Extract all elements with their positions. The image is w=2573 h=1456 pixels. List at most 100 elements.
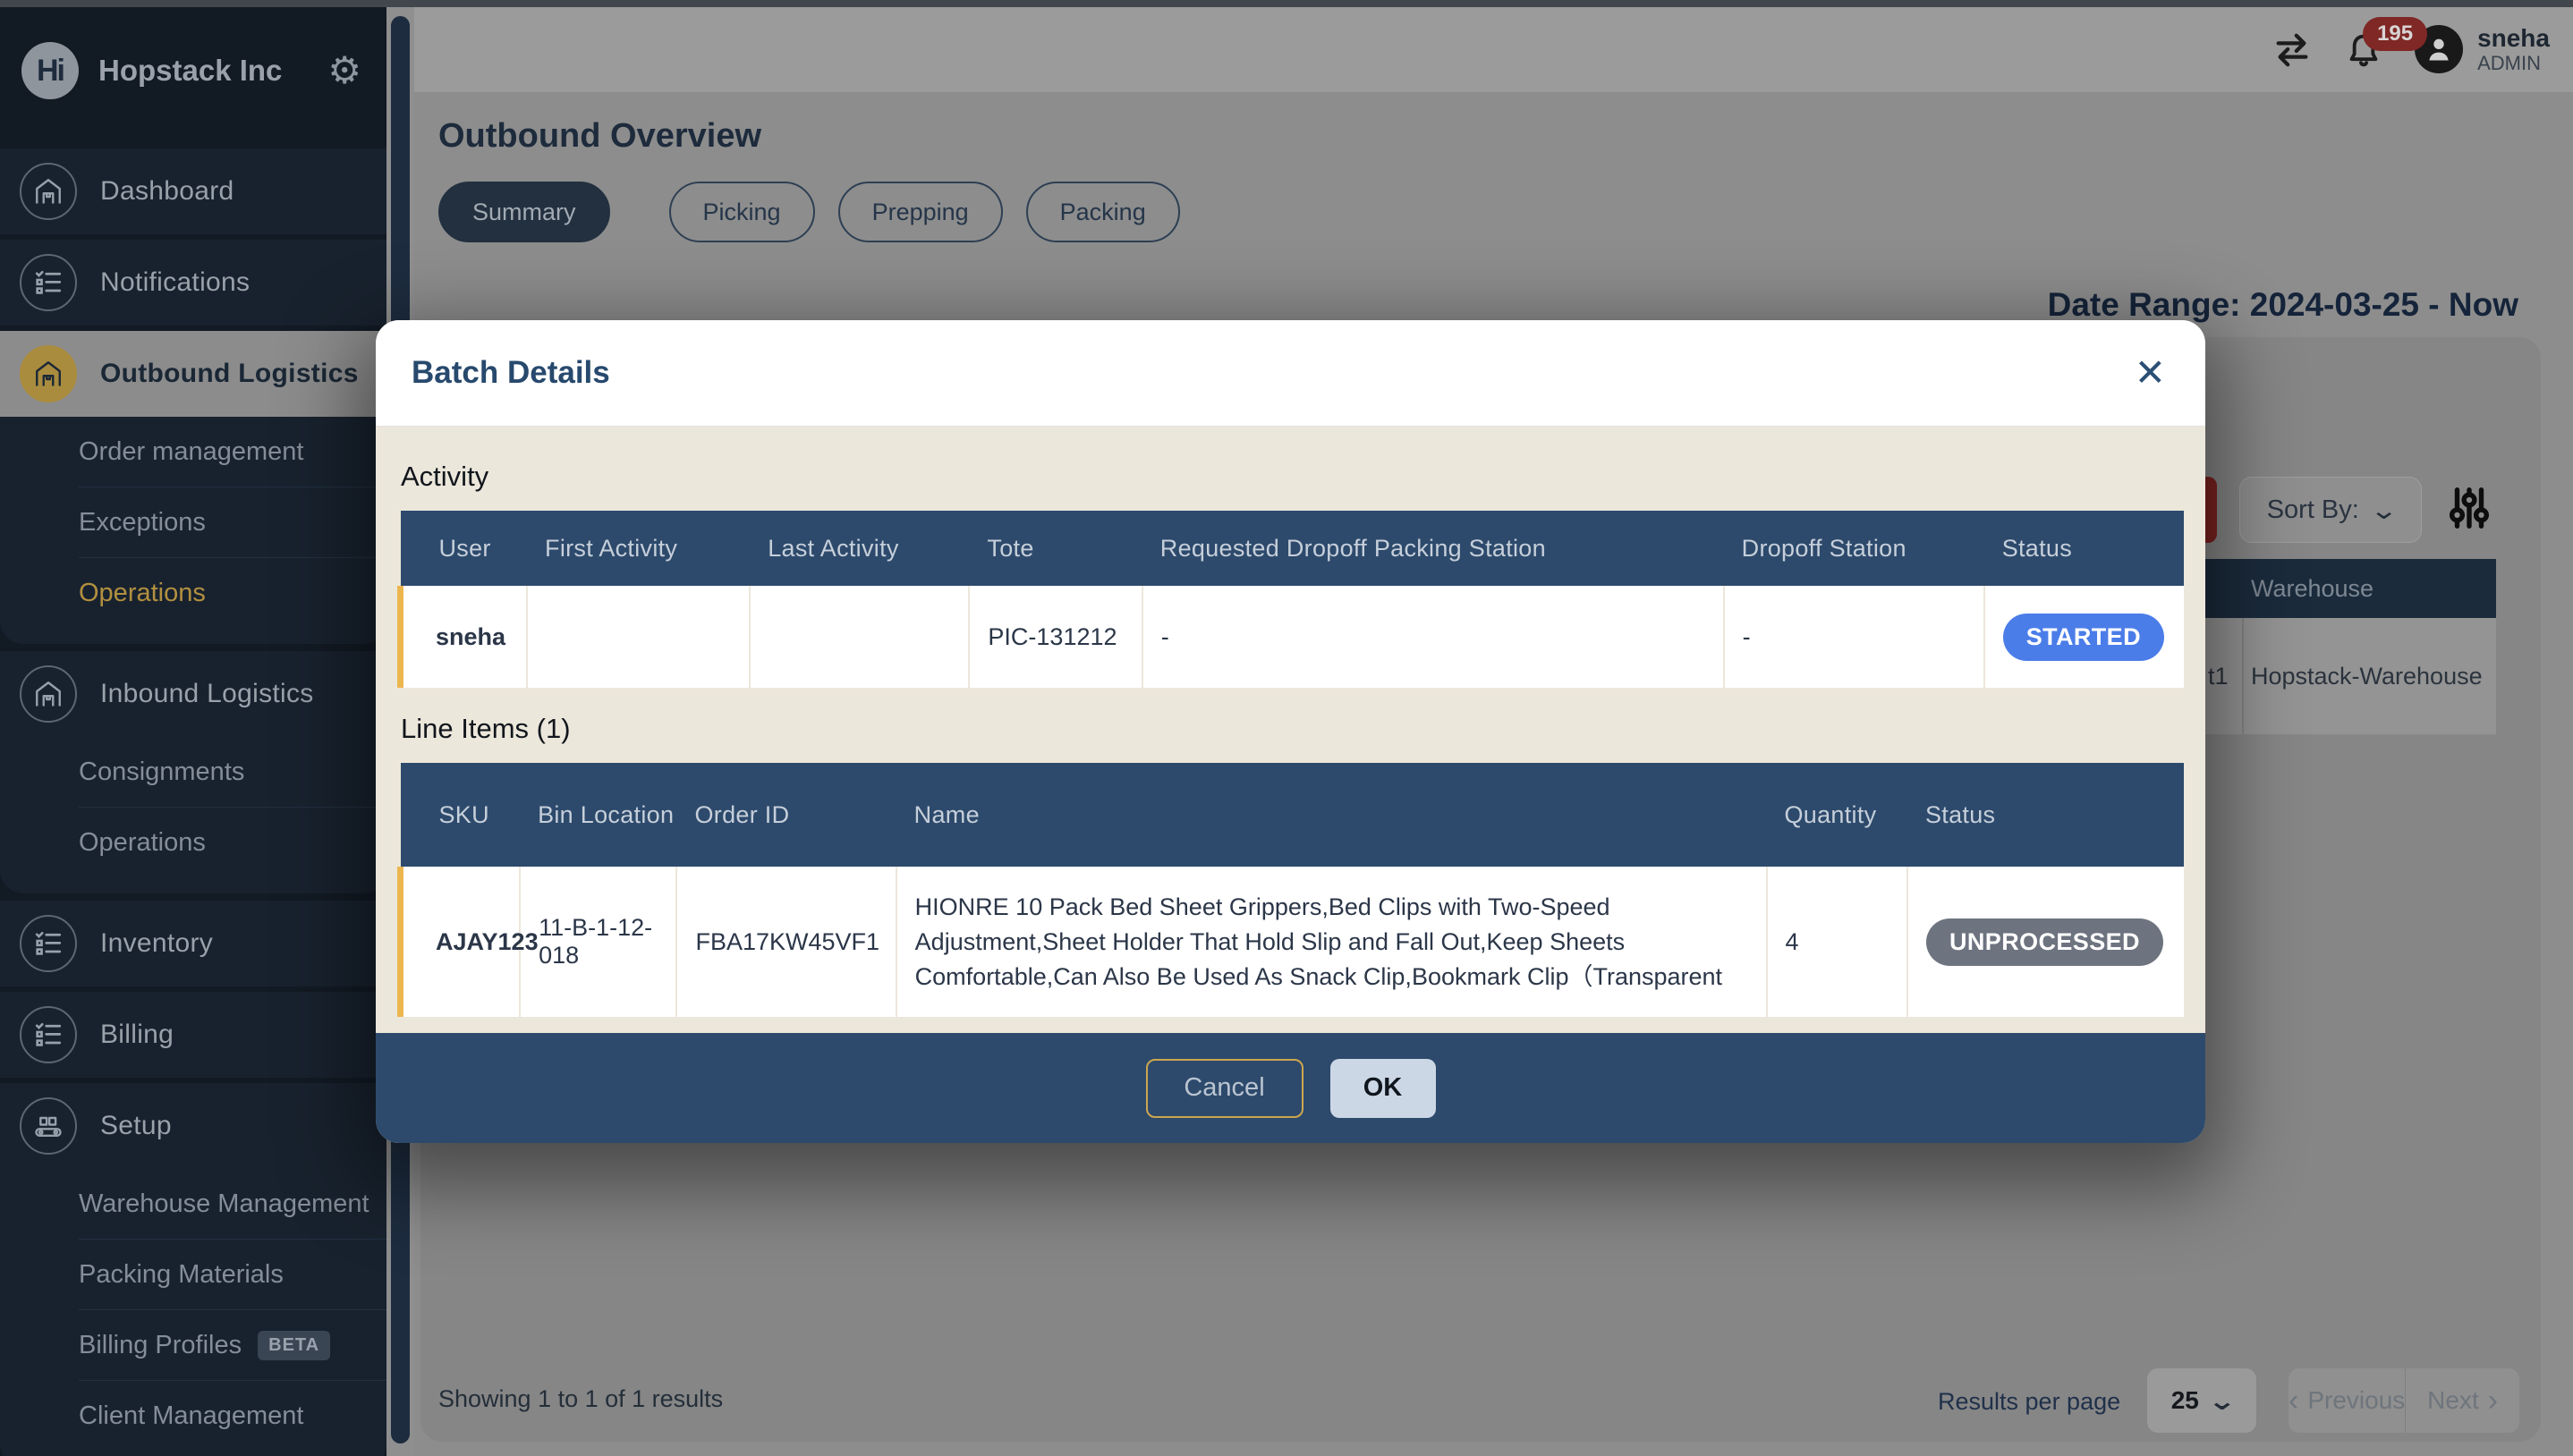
warehouse-cell: Hopstack-Warehouse bbox=[2251, 663, 2496, 690]
batch-id-fragment: t1 bbox=[2208, 663, 2229, 690]
page-size-select[interactable]: 25 ⌄ bbox=[2147, 1368, 2256, 1433]
divider bbox=[2242, 618, 2244, 734]
sidebar-item-setup[interactable]: Setup bbox=[0, 1083, 386, 1169]
page-title: Outbound Overview bbox=[438, 117, 761, 156]
dropoff-station-cell: - bbox=[1724, 586, 1984, 688]
tab-prepping[interactable]: Prepping bbox=[838, 182, 1003, 242]
sidebar-subitem-operations[interactable]: Operations bbox=[0, 558, 386, 628]
topbar-actions: 195 sneha ADMIN bbox=[2272, 7, 2550, 92]
sidebar-group-inbound: Inbound Logistics Consignments Operation… bbox=[0, 651, 386, 893]
sidebar-item-label: Setup bbox=[100, 1111, 172, 1141]
column-header: Tote bbox=[969, 511, 1142, 586]
sidebar-item-label: Notifications bbox=[100, 267, 250, 298]
close-icon[interactable]: ✕ bbox=[2135, 354, 2166, 392]
tote-cell: PIC-131212 bbox=[969, 586, 1142, 688]
tab-packing[interactable]: Packing bbox=[1026, 182, 1180, 242]
modal-header: Batch Details ✕ bbox=[376, 320, 2205, 427]
column-header: Order ID bbox=[676, 763, 896, 867]
chevron-down-icon: ⌄ bbox=[2207, 1386, 2237, 1416]
sidebar-subitem-consignments[interactable]: Consignments bbox=[0, 737, 386, 807]
sidebar-item-billing[interactable]: Billing bbox=[0, 992, 386, 1078]
topbar: 195 sneha ADMIN bbox=[414, 7, 2573, 92]
column-header: First Activity bbox=[527, 511, 750, 586]
sidebar-item-outbound-logistics[interactable]: Outbound Logistics bbox=[0, 331, 386, 417]
column-header-warehouse: Warehouse bbox=[2251, 575, 2373, 603]
ok-button[interactable]: OK bbox=[1330, 1059, 1436, 1118]
quantity-cell: 4 bbox=[1767, 867, 1907, 1017]
checklist-icon bbox=[20, 1006, 77, 1063]
line-item-row: AJAY123 11-B-1-12-018 FBA17KW45VF1 HIONR… bbox=[401, 867, 2185, 1017]
warehouse-icon bbox=[20, 345, 77, 402]
brand-row: Hi Hopstack Inc ⚙ bbox=[0, 7, 386, 134]
notifications-bell[interactable]: 195 bbox=[2343, 30, 2384, 71]
previous-page-button[interactable]: ‹ Previous bbox=[2289, 1368, 2405, 1433]
view-tabs: Summary Picking Prepping Packing bbox=[438, 182, 1180, 242]
warehouse-icon bbox=[20, 665, 77, 723]
swap-arrows-icon[interactable] bbox=[2272, 30, 2313, 71]
notification-count-badge: 195 bbox=[2363, 17, 2427, 51]
activity-table: User First Activity Last Activity Tote R… bbox=[397, 511, 2184, 688]
column-header: SKU bbox=[401, 763, 521, 867]
line-items-section-title: Line Items (1) bbox=[401, 713, 2184, 745]
column-header: Quantity bbox=[1767, 763, 1907, 867]
sidebar-item-label: Outbound Logistics bbox=[100, 359, 359, 389]
column-header: User bbox=[401, 511, 528, 586]
cancel-button[interactable]: Cancel bbox=[1146, 1059, 1303, 1118]
sidebar-subitem-warehouse-management[interactable]: Warehouse Management bbox=[0, 1169, 386, 1239]
sidebar-subitem-exceptions[interactable]: Exceptions bbox=[0, 487, 386, 557]
sidebar-subitem-client-management[interactable]: Client Management bbox=[0, 1381, 386, 1451]
column-header: Status bbox=[1907, 763, 2184, 867]
sort-by-label: Sort By: bbox=[2267, 495, 2359, 525]
user-menu[interactable]: sneha ADMIN bbox=[2415, 25, 2550, 74]
beta-badge: BETA bbox=[258, 1331, 330, 1360]
order-id-cell: FBA17KW45VF1 bbox=[676, 867, 896, 1017]
results-per-page-label: Results per page bbox=[1938, 1388, 2120, 1416]
next-label: Next bbox=[2427, 1386, 2479, 1415]
line-items-header-row: SKU Bin Location Order ID Name Quantity … bbox=[401, 763, 2185, 867]
window-top-edge bbox=[0, 0, 2573, 7]
tab-summary[interactable]: Summary bbox=[438, 182, 610, 242]
user-cell: sneha bbox=[401, 586, 528, 688]
page-size-value: 25 bbox=[2171, 1386, 2199, 1415]
tab-picking[interactable]: Picking bbox=[669, 182, 815, 242]
sidebar-item-inventory[interactable]: Inventory bbox=[0, 901, 386, 986]
modal-footer: Cancel OK bbox=[376, 1033, 2205, 1143]
sidebar-item-inbound-logistics[interactable]: Inbound Logistics bbox=[0, 651, 386, 737]
sidebar-nav: Dashboard Notifications bbox=[0, 148, 386, 1456]
activity-row: sneha PIC-131212 - - STARTED bbox=[401, 586, 2185, 688]
logo-glyph: Hi bbox=[37, 54, 64, 89]
previous-label: Previous bbox=[2307, 1386, 2405, 1415]
modal-title: Batch Details bbox=[412, 355, 2135, 391]
chevron-down-icon: ⌄ bbox=[2369, 495, 2399, 525]
chevron-right-icon: › bbox=[2488, 1385, 2498, 1416]
sidebar-item-notifications[interactable]: Notifications bbox=[0, 240, 386, 326]
warehouse-icon bbox=[20, 163, 77, 220]
sidebar-subitem-packing-materials[interactable]: Packing Materials bbox=[0, 1240, 386, 1309]
sort-by-button[interactable]: Sort By: ⌄ bbox=[2239, 477, 2422, 543]
sidebar-item-dashboard[interactable]: Dashboard bbox=[0, 148, 386, 234]
column-header: Status bbox=[1984, 511, 2184, 586]
line-items-table: SKU Bin Location Order ID Name Quantity … bbox=[397, 763, 2184, 1017]
sidebar-item-label: Billing Profiles bbox=[79, 1331, 242, 1360]
column-header: Bin Location bbox=[520, 763, 676, 867]
date-range-label: Date Range: 2024-03-25 - Now bbox=[2048, 286, 2518, 324]
brand-name: Hopstack Inc bbox=[98, 54, 327, 88]
sidebar-group-setup: Setup Warehouse Management Packing Mater… bbox=[0, 1083, 386, 1456]
filter-sliders-icon[interactable] bbox=[2445, 484, 2493, 536]
status-cell: STARTED bbox=[1984, 586, 2184, 688]
sidebar-subitem-billing-profiles[interactable]: Billing Profiles BETA bbox=[0, 1310, 386, 1380]
column-header: Dropoff Station bbox=[1724, 511, 1984, 586]
user-name: sneha bbox=[2477, 25, 2550, 53]
gear-icon[interactable]: ⚙ bbox=[327, 52, 361, 89]
sidebar-subitem-order-management[interactable]: Order management bbox=[0, 417, 386, 487]
batch-details-modal: Batch Details ✕ Activity User First Acti… bbox=[376, 320, 2205, 1143]
next-page-button[interactable]: Next › bbox=[2405, 1368, 2519, 1433]
sidebar-group-outbound: Outbound Logistics Order management Exce… bbox=[0, 331, 386, 644]
sidebar-subitem-inbound-operations[interactable]: Operations bbox=[0, 808, 386, 877]
sidebar-item-label: Dashboard bbox=[100, 176, 234, 207]
results-summary: Showing 1 to 1 of 1 results bbox=[438, 1385, 723, 1413]
hopstack-logo: Hi bbox=[21, 42, 79, 99]
app-root: Hi Hopstack Inc ⚙ Dashboard bbox=[0, 0, 2573, 1456]
item-name-cell: HIONRE 10 Pack Bed Sheet Grippers,Bed Cl… bbox=[896, 867, 1767, 1017]
chevron-left-icon: ‹ bbox=[2289, 1385, 2298, 1416]
